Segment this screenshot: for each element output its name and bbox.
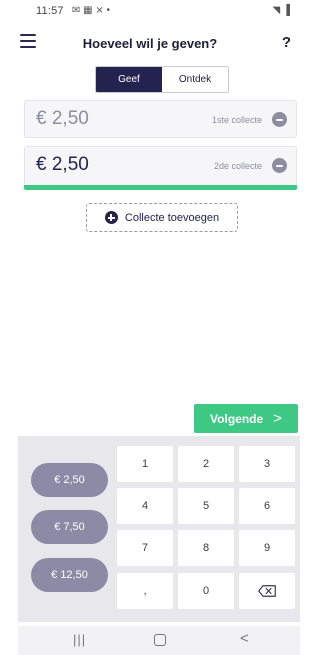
preset-amount-button[interactable]: € 12,50 bbox=[31, 558, 108, 592]
chevron-right-icon: > bbox=[273, 410, 282, 427]
signal-battery-icons: ◥ ▐ bbox=[272, 5, 290, 16]
system-nav-bar: ||| < bbox=[18, 626, 300, 655]
keypad-key-6[interactable]: 6 bbox=[239, 488, 295, 524]
recent-apps-icon[interactable]: ||| bbox=[73, 632, 86, 647]
collection-label: 2de collecte bbox=[213, 161, 262, 171]
preset-amount-button[interactable]: € 7,50 bbox=[31, 510, 108, 544]
collection-amount: € 2,50 bbox=[36, 154, 89, 175]
keypad-key-4[interactable]: 4 bbox=[117, 488, 173, 524]
keypad-key-5[interactable]: 5 bbox=[178, 488, 234, 524]
collection-label: 1ste collecte bbox=[211, 115, 262, 125]
status-time: 11:57 bbox=[36, 5, 64, 17]
backspace-icon bbox=[258, 585, 276, 597]
mode-toggle: Geef Ontdek bbox=[95, 66, 229, 93]
keypad-key-8[interactable]: 8 bbox=[178, 530, 234, 566]
keypad-key-7[interactable]: 7 bbox=[117, 530, 173, 566]
keypad-key-1[interactable]: 1 bbox=[117, 446, 173, 482]
add-collection-label: Collecte toevoegen bbox=[124, 211, 220, 224]
preset-amount-button[interactable]: € 2,50 bbox=[31, 463, 108, 497]
notification-icons: ✉ ▦ ⨯ • bbox=[72, 5, 111, 16]
keypad-area: € 2,50 € 7,50 € 12,50 1 2 3 4 5 6 7 8 9 … bbox=[18, 436, 300, 622]
keypad-key-comma[interactable]: , bbox=[117, 573, 173, 609]
keypad-key-0[interactable]: 0 bbox=[178, 573, 234, 609]
page-title: Hoeveel wil je geven? bbox=[82, 36, 218, 51]
keypad-key-backspace[interactable] bbox=[239, 573, 295, 609]
next-button-label: Volgende bbox=[210, 411, 264, 426]
plus-circle-icon bbox=[104, 211, 118, 224]
keypad-key-9[interactable]: 9 bbox=[239, 530, 295, 566]
help-icon[interactable]: ? bbox=[282, 34, 291, 51]
remove-collection-icon[interactable] bbox=[272, 158, 287, 173]
add-collection-button[interactable]: Collecte toevoegen bbox=[86, 203, 238, 232]
home-icon[interactable] bbox=[154, 634, 166, 646]
collection-amount: € 2,50 bbox=[36, 108, 89, 129]
remove-collection-icon[interactable] bbox=[272, 112, 287, 127]
selected-indicator bbox=[24, 185, 297, 190]
keypad-key-2[interactable]: 2 bbox=[178, 446, 234, 482]
tab-ontdek[interactable]: Ontdek bbox=[162, 67, 228, 92]
back-icon[interactable]: < bbox=[240, 630, 249, 647]
status-bar: 11:57 ✉ ▦ ⨯ • ◥ ▐ bbox=[0, 0, 300, 26]
tab-geef[interactable]: Geef bbox=[96, 67, 162, 92]
collection-card-2[interactable]: € 2,50 2de collecte bbox=[24, 146, 297, 190]
app-header: Hoeveel wil je geven? ? bbox=[0, 26, 300, 66]
next-button[interactable]: Volgende > bbox=[194, 404, 298, 433]
keypad-key-3[interactable]: 3 bbox=[239, 446, 295, 482]
collection-card-1[interactable]: € 2,50 1ste collecte bbox=[24, 100, 297, 138]
